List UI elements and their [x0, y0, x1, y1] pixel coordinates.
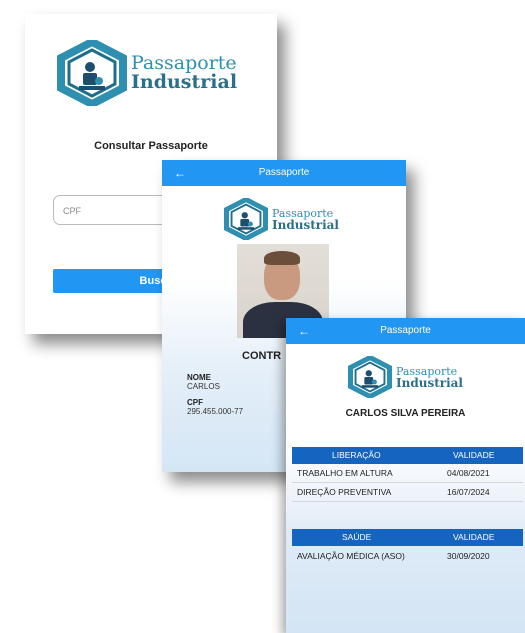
logo-line1: Passaporte — [396, 364, 458, 378]
liberation-name: DIREÇÃO PREVENTIVA — [297, 487, 392, 497]
full-name: CARLOS SILVA PEREIRA — [345, 408, 466, 419]
cpf-label: CPF — [187, 398, 203, 407]
app-bar-title: Passaporte — [258, 167, 310, 178]
app-bar: ← Passaporte — [286, 318, 525, 344]
validity-header: VALIDADE — [453, 450, 495, 460]
hexagon-worker-icon — [224, 198, 268, 240]
app-bar: ← Passaporte — [162, 160, 406, 186]
health-header: SAÚDE — [342, 532, 372, 542]
logo-line2: Industrial — [272, 217, 339, 232]
app-logo: Passaporte Industrial — [348, 356, 463, 398]
cpf-value: 295.455.000-77 — [187, 407, 244, 416]
contractor-label: CONTR — [242, 350, 282, 362]
validity-header: VALIDADE — [453, 532, 495, 542]
hexagon-worker-icon — [348, 356, 392, 398]
page-title: Consultar Passaporte — [94, 140, 208, 152]
table-row[interactable]: TRABALHO EM ALTURA 04/08/2021 — [292, 464, 523, 483]
table-row[interactable]: DIREÇÃO PREVENTIVA 16/07/2024 — [292, 483, 523, 502]
hexagon-worker-icon — [57, 40, 127, 106]
liberation-date: 16/07/2024 — [447, 487, 490, 497]
name-label: NOME — [187, 373, 211, 382]
liberation-date: 04/08/2021 — [447, 468, 490, 478]
liberation-header: LIBERAÇÃO — [332, 450, 381, 460]
arrow-left-icon[interactable]: ← — [298, 318, 310, 344]
table-header: SAÚDE VALIDADE — [292, 529, 523, 546]
liberation-table: LIBERAÇÃO VALIDADE TRABALHO EM ALTURA 04… — [292, 447, 523, 502]
logo-line2: Industrial — [396, 375, 463, 390]
app-logo: Passaporte Industrial — [57, 40, 237, 106]
health-name: AVALIAÇÃO MÉDICA (ASO) — [297, 551, 405, 561]
logo-line2: Industrial — [131, 71, 238, 93]
name-value: CARLOS — [187, 382, 220, 391]
liberation-name: TRABALHO EM ALTURA — [297, 468, 393, 478]
health-date: 30/09/2020 — [447, 551, 490, 561]
app-logo: Passaporte Industrial — [224, 198, 339, 240]
table-header: LIBERAÇÃO VALIDADE — [292, 447, 523, 464]
passport-details-screen: ← Passaporte Passaporte Industrial CARLO… — [286, 318, 525, 633]
logo-line1: Passaporte — [272, 206, 334, 220]
app-bar-title: Passaporte — [380, 325, 431, 336]
arrow-left-icon[interactable]: ← — [174, 160, 186, 186]
table-row[interactable]: AVALIAÇÃO MÉDICA (ASO) 30/09/2020 — [292, 546, 523, 576]
health-table: SAÚDE VALIDADE AVALIAÇÃO MÉDICA (ASO) 30… — [292, 529, 523, 576]
